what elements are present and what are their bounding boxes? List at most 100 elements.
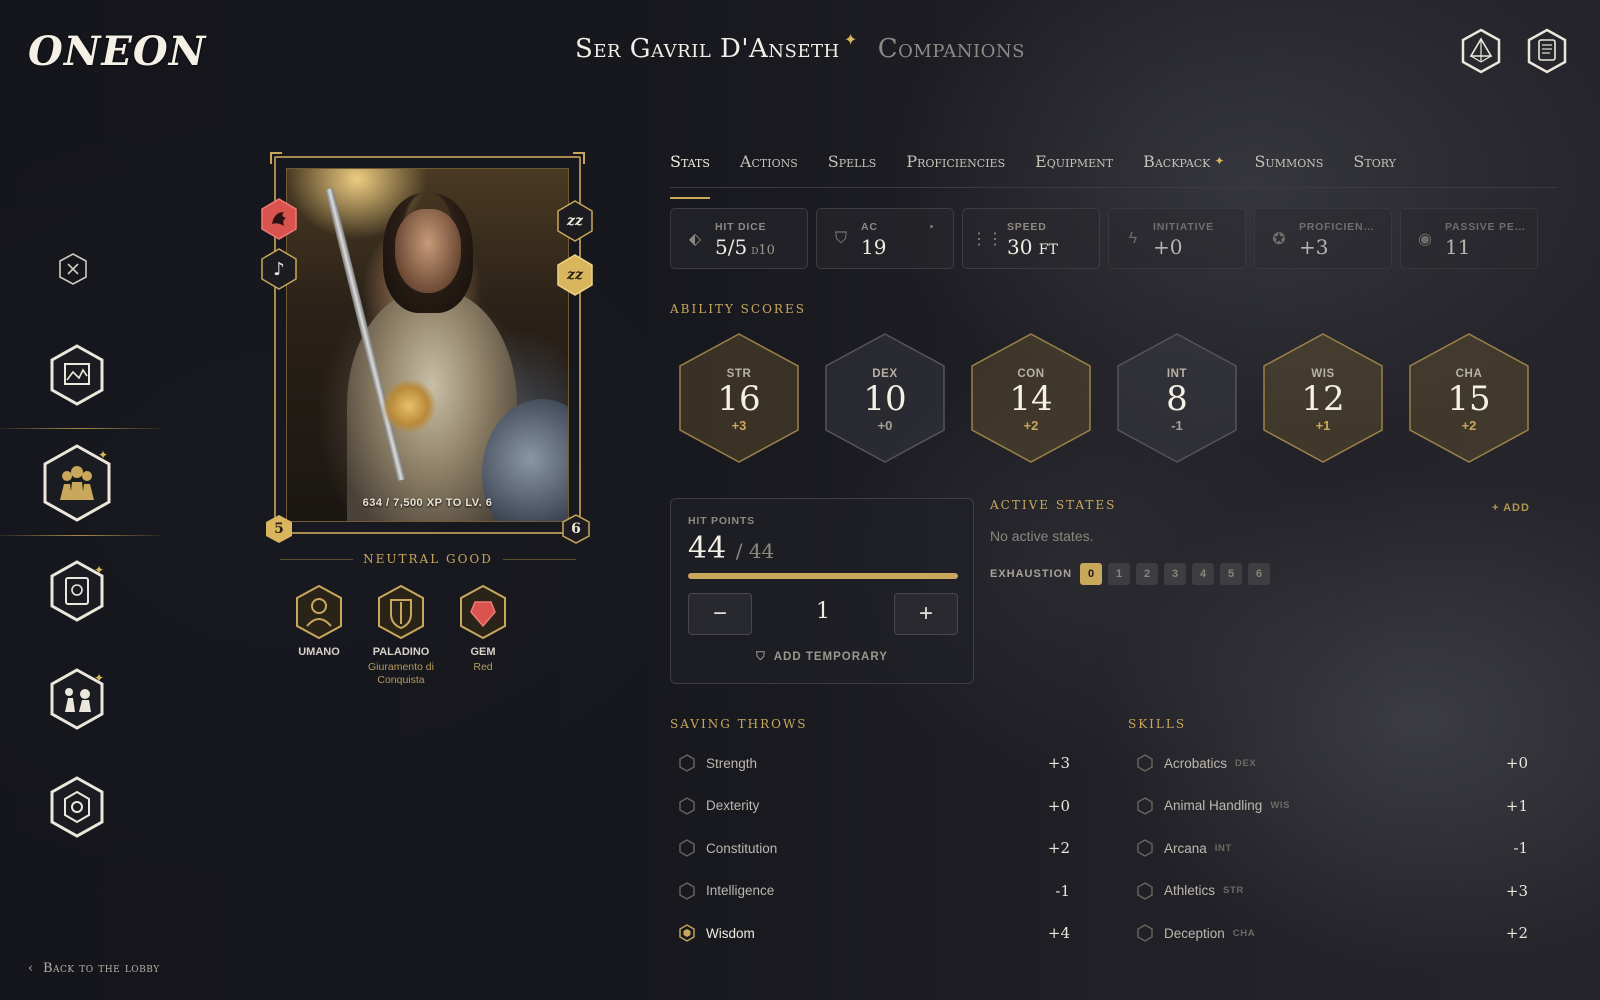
ability-int[interactable]: INT 8 -1 — [1114, 332, 1240, 464]
tab-stats[interactable]: Stats — [670, 150, 710, 199]
row-name: Acrobatics — [1164, 755, 1228, 771]
companions-link[interactable]: Companions — [878, 34, 1025, 64]
skill-row[interactable]: Animal Handling WIS +1 — [1128, 785, 1528, 828]
scroll-icon[interactable] — [1526, 28, 1568, 74]
saving-throw-row[interactable]: Wisdom +4 — [670, 912, 1070, 955]
ability-cha[interactable]: CHA 15 +2 — [1406, 332, 1532, 464]
exhaustion-level-4[interactable]: 4 — [1192, 563, 1214, 585]
active-states-heading: ACTIVE STATES — [990, 498, 1117, 512]
close-nav-icon[interactable] — [58, 252, 88, 286]
skill-row[interactable]: Arcana INT -1 — [1128, 827, 1528, 870]
hp-amount-input[interactable]: 1 — [781, 599, 865, 624]
party-new-icon: ✦ — [98, 448, 109, 462]
footprints-icon: ⋮⋮ — [971, 231, 1003, 248]
add-state-button[interactable]: + ADD — [1492, 502, 1530, 514]
row-ability: WIS — [1270, 800, 1291, 812]
nav-active-bottom-line — [0, 535, 160, 536]
dice-icon[interactable] — [1460, 28, 1502, 74]
new-indicator-icon: ✦ — [843, 30, 858, 49]
proficiency-marker-icon[interactable] — [1136, 839, 1154, 858]
initiative-card[interactable]: ϟ INITIATIVE +0 — [1108, 208, 1246, 269]
tab-actions[interactable]: Actions — [740, 150, 798, 187]
row-name: Constitution — [706, 840, 778, 856]
hit-dice-card[interactable]: ⬖ HIT DICE 5/5 d10 — [670, 208, 808, 269]
row-bonus: -1 — [1513, 839, 1528, 858]
nav-settings-icon[interactable] — [44, 772, 110, 842]
spellbook-new-icon: ✦ — [94, 563, 105, 577]
dragon-status-icon[interactable] — [260, 198, 298, 240]
speed-card[interactable]: ⋮⋮ SPEED 30 ft — [962, 208, 1100, 269]
music-note-glyph: ♪ — [273, 258, 285, 280]
tab-proficiencies[interactable]: Proficiencies — [906, 150, 1005, 187]
character-portrait-card[interactable]: 634 / 7,500 XP TO LV. 6 — [270, 152, 585, 534]
ability-con[interactable]: CON 14 +2 — [968, 332, 1094, 464]
ac-indicator-dot — [930, 225, 933, 228]
saving-throws-list: Strength +3 Dexterity +0 Constitution +2 Intel… — [670, 742, 1070, 955]
passive-perception-card[interactable]: ◉ PASSIVE PE… 11 — [1400, 208, 1538, 269]
exhaustion-level-5[interactable]: 5 — [1220, 563, 1242, 585]
lightning-icon: ϟ — [1128, 230, 1138, 247]
proficiency-marker-icon[interactable] — [678, 881, 696, 900]
saving-throw-row[interactable]: Strength +3 — [670, 742, 1070, 785]
exhaustion-level-0[interactable]: 0 — [1080, 563, 1102, 585]
tab-summons[interactable]: Summons — [1254, 150, 1323, 187]
exhaustion-level-6[interactable]: 6 — [1248, 563, 1270, 585]
row-name: Arcana — [1164, 840, 1207, 856]
exhaustion-level-3[interactable]: 3 — [1164, 563, 1186, 585]
gem-icon — [458, 584, 508, 640]
tab-story[interactable]: Story — [1353, 150, 1396, 187]
hp-increase-button[interactable]: + — [894, 593, 958, 635]
sleep-inactive-icon[interactable]: zz — [556, 200, 594, 242]
back-to-lobby-link[interactable]: ‹ Back to the lobby — [28, 961, 160, 976]
proficiency-marker-icon[interactable] — [678, 796, 696, 815]
ability-wis[interactable]: WIS 12 +1 — [1260, 332, 1386, 464]
tab-spells[interactable]: Spells — [828, 150, 877, 187]
armor-class-card[interactable]: ⛉ AC 19 — [816, 208, 954, 269]
row-bonus: +1 — [1505, 796, 1528, 815]
hp-bar — [688, 573, 958, 579]
race-trait[interactable]: UMANO — [292, 584, 346, 687]
character-name[interactable]: Ser Gavril D'Anseth ✦ — [575, 30, 857, 64]
hit-dice-icon: ⬖ — [688, 231, 702, 248]
card-corner — [270, 152, 282, 164]
sleep-active-icon[interactable]: zz — [556, 254, 594, 296]
ability-str[interactable]: STR 16 +3 — [676, 332, 802, 464]
row-name: Intelligence — [706, 883, 775, 899]
saving-throw-row[interactable]: Intelligence -1 — [670, 870, 1070, 913]
row-name: Strength — [706, 755, 758, 771]
row-bonus: +3 — [1047, 754, 1070, 773]
proficiency-marker-icon[interactable] — [678, 924, 696, 943]
hp-decrease-button[interactable]: − — [688, 593, 752, 635]
skill-row[interactable]: Acrobatics DEX +0 — [1128, 742, 1528, 785]
add-temporary-hp-button[interactable]: ⛉ ADD TEMPORARY — [671, 651, 973, 664]
shield-plus-icon: ⛉ — [756, 651, 766, 663]
next-level-badge: 6 — [562, 514, 590, 544]
proficiency-card[interactable]: ✪ PROFICIEN… +3 — [1254, 208, 1392, 269]
tab-equipment[interactable]: Equipment — [1035, 150, 1113, 187]
tab-backpack[interactable]: Backpack ✦ — [1143, 150, 1224, 187]
combat-new-icon: ✦ — [94, 671, 105, 685]
skills-list: Acrobatics DEX +0 Animal Handling WIS +1 Arcan… — [1128, 742, 1528, 955]
exhaustion-level-2[interactable]: 2 — [1136, 563, 1158, 585]
exhaustion-level-1[interactable]: 1 — [1108, 563, 1130, 585]
proficiency-marker-icon[interactable] — [1136, 924, 1154, 943]
proficiency-marker-icon[interactable] — [678, 754, 696, 773]
proficiency-marker-icon[interactable] — [1136, 881, 1154, 900]
proficiency-marker-icon[interactable] — [1136, 754, 1154, 773]
music-status-icon[interactable]: ♪ — [260, 248, 298, 290]
row-ability: STR — [1223, 885, 1244, 897]
character-portrait: 634 / 7,500 XP TO LV. 6 — [286, 168, 569, 522]
row-ability: DEX — [1235, 757, 1257, 769]
gem-trait[interactable]: GEM Red — [456, 584, 510, 687]
nav-map-icon[interactable] — [44, 340, 110, 410]
skill-row[interactable]: Deception CHA +2 — [1128, 912, 1528, 955]
saving-throw-row[interactable]: Constitution +2 — [670, 827, 1070, 870]
ability-dex[interactable]: DEX 10 +0 — [822, 332, 948, 464]
proficiency-marker-icon[interactable] — [1136, 796, 1154, 815]
class-trait[interactable]: PALADINO Giuramento di Conquista — [368, 584, 434, 687]
proficiency-marker-icon[interactable] — [678, 839, 696, 858]
nav-active-top-line — [0, 428, 160, 429]
row-name: Dexterity — [706, 798, 760, 814]
saving-throw-row[interactable]: Dexterity +0 — [670, 785, 1070, 828]
skill-row[interactable]: Athletics STR +3 — [1128, 870, 1528, 913]
